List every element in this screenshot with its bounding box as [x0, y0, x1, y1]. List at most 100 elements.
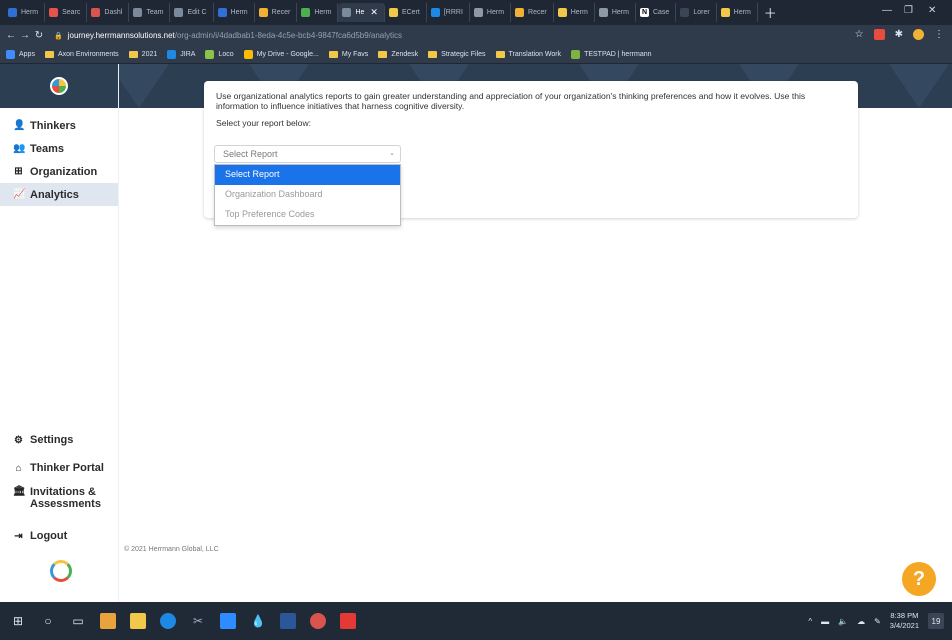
zoom-icon[interactable] [220, 613, 236, 629]
browser-tab[interactable]: Dashl [87, 3, 130, 22]
chrome-taskbar-icon[interactable] [100, 613, 116, 629]
browser-tab[interactable]: Searc [45, 3, 88, 22]
tab-title: Herm [570, 9, 588, 16]
tab-favicon-icon [557, 8, 567, 17]
report-option[interactable]: Select Report [215, 165, 400, 185]
browser-tab[interactable]: Herm [717, 3, 758, 22]
url-path: /org-admin/i/4dadbab1-8eda-4c5e-bcb4-984… [174, 31, 403, 40]
herrmann-app-icon[interactable] [310, 613, 326, 629]
browser-tab[interactable]: Recer [511, 3, 554, 22]
users-icon: 👥 [13, 143, 26, 154]
new-tab-button[interactable]: ＋ [764, 3, 777, 22]
back-icon[interactable]: ← [4, 30, 18, 41]
copyright-footer: © 2021 Herrmann Global, LLC [124, 546, 219, 553]
task-view-icon[interactable]: ▭ [70, 613, 86, 629]
browser-tab[interactable]: Herm [595, 3, 636, 22]
browser-tab[interactable]: Herm [4, 3, 46, 22]
browser-tab[interactable]: [RRRI [427, 3, 470, 22]
tab-favicon-icon [388, 8, 398, 17]
acrobat-icon[interactable] [340, 613, 356, 629]
cloud-icon[interactable]: ☁ [857, 617, 865, 626]
sidebar-item-analytics[interactable]: 📈 Analytics [0, 183, 118, 206]
browser-tab[interactable]: Edit C [170, 3, 214, 22]
extensions-puzzle-icon[interactable]: ✱ [895, 29, 903, 40]
file-explorer-icon[interactable] [130, 613, 146, 629]
report-option[interactable]: Top Preference Codes [215, 205, 400, 225]
notification-center-icon[interactable]: 19 [928, 613, 944, 629]
windows-start-icon[interactable]: ⊞ [10, 613, 26, 629]
chevron-down-icon: ⌄ [389, 150, 395, 157]
snip-tool-icon[interactable]: ✂ [190, 613, 206, 629]
volume-icon[interactable]: 🔈 [838, 617, 848, 626]
browser-tab[interactable]: Herm [554, 3, 595, 22]
clock[interactable]: 8:38 PM 3/4/2021 [890, 611, 919, 631]
sidebar-item-thinkers[interactable]: 👤 Thinkers [0, 114, 118, 137]
report-select[interactable]: Select Report ⌄ [214, 145, 401, 163]
report-dropdown-menu: Select Report Organization Dashboard Top P… [214, 164, 401, 226]
edge-icon[interactable] [160, 613, 176, 629]
report-option[interactable]: Organization Dashboard [215, 185, 400, 205]
browser-tab[interactable]: Herm [214, 3, 255, 22]
herrmann-logo-icon[interactable] [50, 77, 68, 95]
browser-tab[interactable]: N Case [636, 3, 677, 22]
minimize-icon[interactable]: — [882, 5, 892, 16]
calendar-extension-icon[interactable] [873, 29, 885, 40]
analytics-intro-text: Use organizational analytics reports to … [216, 91, 806, 111]
bookmark-jira[interactable]: JIRA [167, 50, 195, 59]
bookmark-drive[interactable]: My Drive - Google... [243, 50, 319, 59]
lock-icon[interactable]: 🔒 [54, 32, 63, 40]
bookmark-star-icon[interactable]: ☆ [855, 29, 864, 40]
browser-tab[interactable]: He ✕ [338, 3, 385, 22]
word-icon[interactable] [280, 613, 296, 629]
bookmark-apps[interactable]: Apps [6, 50, 35, 59]
tab-favicon-icon [217, 8, 227, 17]
sidebar-item-label: Logout [30, 530, 68, 542]
bookmark-label: My Favs [341, 51, 369, 58]
address-bar: ← → ↻ 🔒 journey.herrmannsolutions.net/or… [0, 25, 952, 46]
bookmark-folder[interactable]: Strategic Files [428, 51, 486, 58]
url-field[interactable]: journey.herrmannsolutions.net/org-admin/… [68, 31, 402, 40]
search-icon[interactable]: ○ [40, 613, 56, 629]
reload-icon[interactable]: ↻ [32, 30, 46, 41]
sidebar-item-logout[interactable]: ⇥ Logout [0, 522, 119, 550]
bookmark-folder[interactable]: Zendesk [378, 51, 418, 58]
tab-close-icon[interactable]: ✕ [370, 7, 378, 18]
bookmark-testpad[interactable]: TESTPAD | herrmann [571, 50, 652, 59]
browser-tab[interactable]: Lorer [676, 3, 717, 22]
browser-tab[interactable]: Recer [255, 3, 298, 22]
close-window-icon[interactable]: ✕ [928, 5, 936, 16]
bookmark-folder[interactable]: Axon Environments [44, 51, 119, 58]
forward-icon[interactable]: → [18, 30, 32, 41]
folder-icon [378, 51, 388, 58]
herrmann-whole-brain-logo-icon [50, 560, 72, 582]
jira-icon [167, 50, 177, 59]
help-button[interactable]: ? [902, 562, 936, 596]
sidebar-item-teams[interactable]: 👥 Teams [0, 137, 118, 160]
bookmark-label: My Drive - Google... [256, 51, 319, 58]
sidebar-item-label: Teams [30, 142, 65, 155]
battery-icon[interactable]: ▬ [821, 617, 829, 626]
sidebar-item-organization[interactable]: ⊞ Organization [0, 160, 118, 183]
restore-icon[interactable]: ❐ [904, 5, 913, 16]
browser-tab[interactable]: Herm [297, 3, 339, 22]
sidebar-item-label: Organization [30, 165, 98, 178]
bookmark-loco[interactable]: Loco [205, 50, 234, 59]
sidebar-item-invitations-assessments[interactable]: 🏛 Invitations & Assessments [0, 482, 119, 522]
sidebar-item-settings[interactable]: ⚙ Settings [0, 426, 119, 454]
logout-icon: ⇥ [14, 530, 23, 542]
browser-tab[interactable]: ECert [385, 3, 427, 22]
browser-tab[interactable]: Herm [470, 3, 512, 22]
browser-tab[interactable]: Team [129, 3, 171, 22]
bookmark-folder[interactable]: Translation Work [495, 51, 561, 58]
tab-title: Herm [21, 9, 39, 16]
drop-app-icon[interactable]: 💧 [250, 613, 266, 629]
chrome-menu-icon[interactable]: ⋮ [934, 29, 944, 40]
chevron-up-icon[interactable]: ^ [808, 617, 812, 626]
sidebar-item-thinker-portal[interactable]: ⌂ Thinker Portal [0, 454, 119, 482]
bookmark-folder[interactable]: My Favs [328, 51, 369, 58]
profile-avatar-icon[interactable] [913, 29, 924, 40]
windows-taskbar: ⊞ ○ ▭ ✂ 💧 ^ ▬ 🔈 ☁ ✎ 8:38 PM 3/4/2021 19 [0, 602, 952, 640]
pen-icon[interactable]: ✎ [874, 617, 881, 626]
tab-favicon-icon [8, 8, 17, 17]
bookmark-folder[interactable]: 2021 [128, 51, 157, 58]
